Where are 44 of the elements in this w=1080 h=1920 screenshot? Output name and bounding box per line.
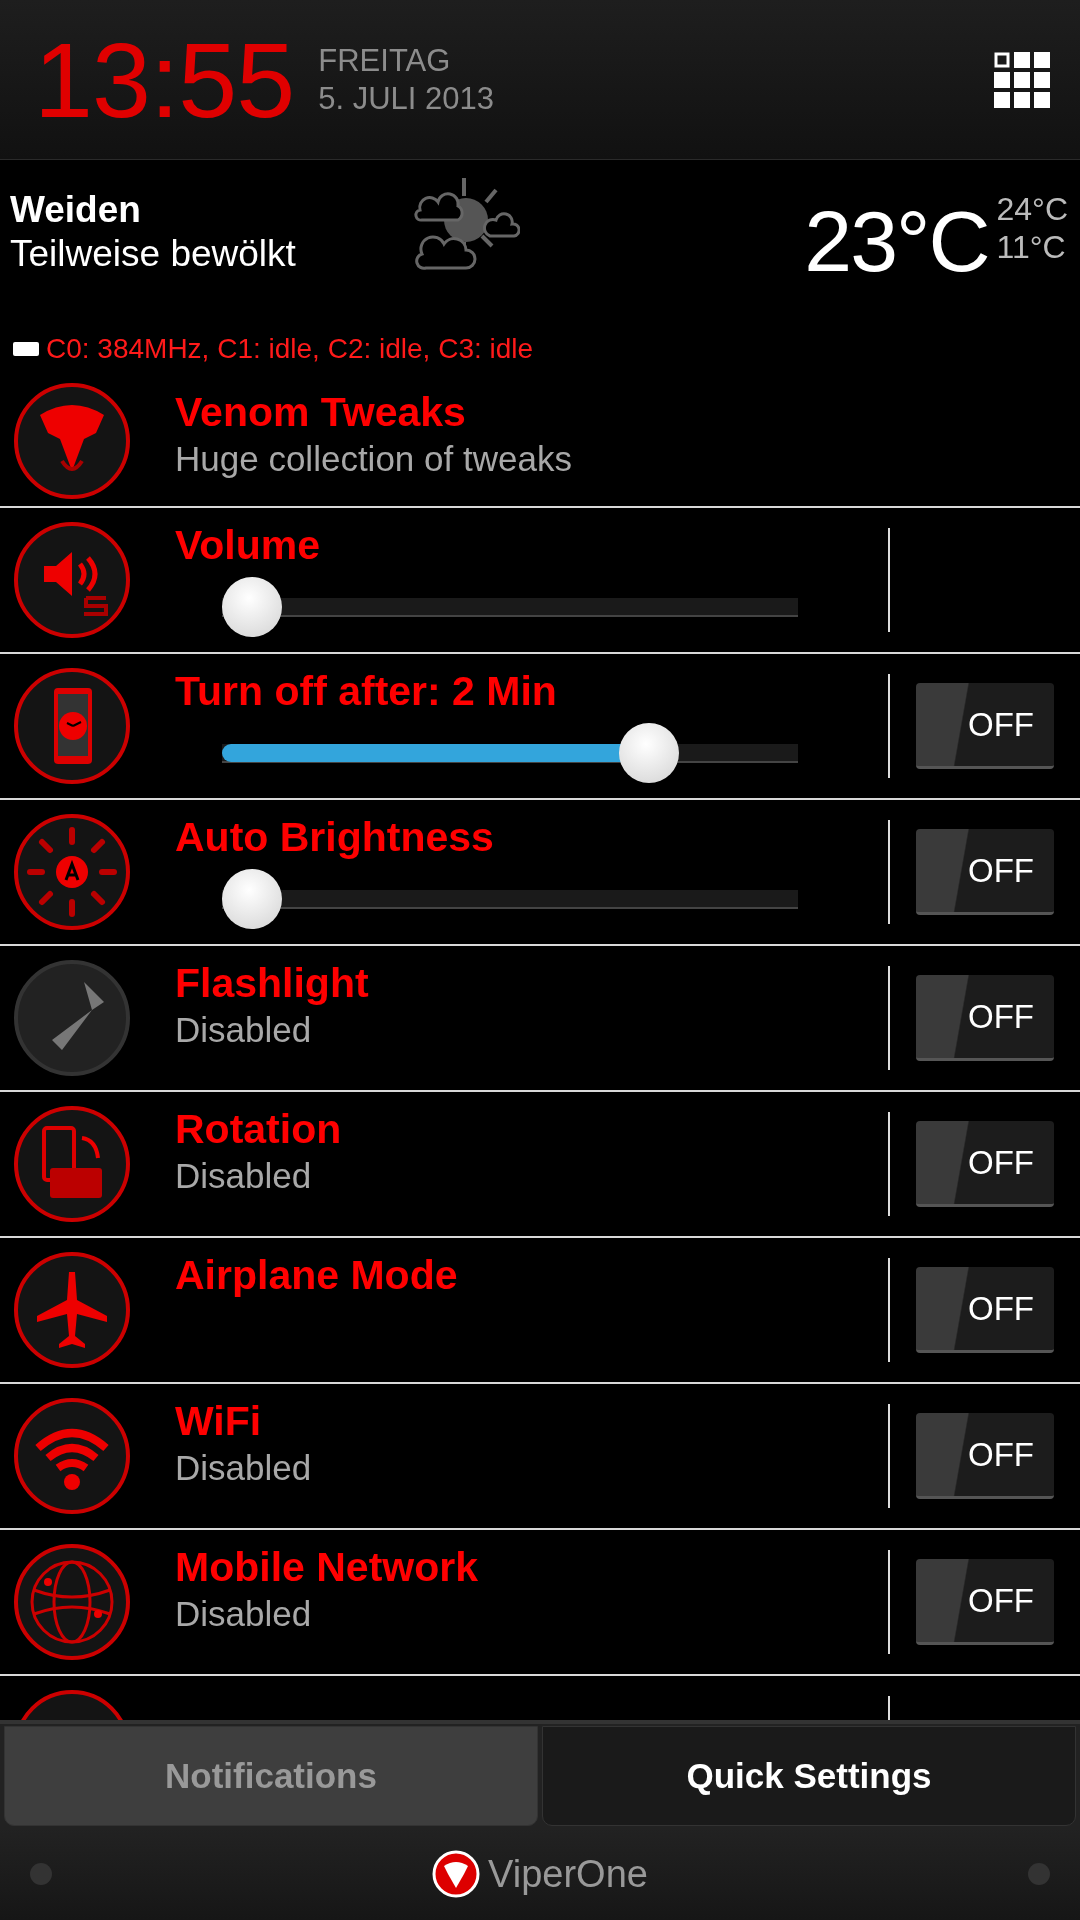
- wifi-icon: [12, 1396, 132, 1516]
- cpu-status: C0: 384MHz, C1: idle, C2: idle, C3: idle: [46, 331, 534, 366]
- setting-subtitle: Disabled: [175, 1447, 313, 1490]
- setting-title: Turn off after: 2 Min: [175, 668, 558, 716]
- setting-title: Auto Brightness: [175, 814, 495, 862]
- toggle-switch[interactable]: OFF: [916, 1413, 1054, 1499]
- toggle-switch[interactable]: OFF: [916, 975, 1054, 1061]
- setting-title: Venom Tweaks: [175, 389, 467, 437]
- airplane-icon: [12, 1250, 132, 1370]
- brand-name: ViperOne: [488, 1851, 648, 1897]
- high-temperature: 24°C: [996, 190, 1068, 229]
- brightness-icon: [12, 812, 132, 932]
- phone-clock-icon: [12, 666, 132, 786]
- weekday-label: FREITAG: [318, 42, 452, 80]
- low-temperature: 11°C: [996, 228, 1067, 267]
- globe-icon: [12, 1542, 132, 1662]
- setting-title: Airplane Mode: [175, 1252, 459, 1300]
- city-name: Weiden: [10, 190, 142, 231]
- toggle-switch[interactable]: OFF: [916, 829, 1054, 915]
- tab[interactable]: Notifications: [4, 1726, 538, 1826]
- weather-condition: Teilweise bewölkt: [10, 231, 296, 276]
- setting-subtitle: Huge collection of tweaks: [175, 438, 573, 481]
- setting-subtitle: Disabled: [175, 1009, 313, 1052]
- speaker-icon: [12, 520, 132, 640]
- setting-subtitle: Disabled: [175, 1593, 313, 1636]
- setting-title: Rotation: [175, 1106, 343, 1154]
- setting-title: Mobile Network: [175, 1544, 479, 1592]
- rotation-icon: [12, 1104, 132, 1224]
- setting-title: WiFi: [175, 1398, 263, 1446]
- toggle-switch[interactable]: OFF: [916, 1121, 1054, 1207]
- current-temperature: 23°C: [804, 198, 989, 284]
- setting-title: Flashlight: [175, 960, 370, 1008]
- toggle-switch[interactable]: OFF: [916, 1559, 1054, 1645]
- indicator-dot: [1028, 1863, 1050, 1885]
- toggle-switch[interactable]: OFF: [916, 1267, 1054, 1353]
- tab[interactable]: Quick Settings: [542, 1726, 1076, 1826]
- date-label: 5. JULI 2013: [318, 79, 495, 117]
- clock-time: 13:55: [34, 26, 295, 133]
- indicator-dot: [30, 1863, 52, 1885]
- toggle-switch[interactable]: OFF: [916, 683, 1054, 769]
- chip-icon: [12, 339, 40, 358]
- setting-title: Volume: [175, 522, 322, 570]
- app-grid-icon[interactable]: [994, 51, 1050, 108]
- setting-subtitle: Disabled: [175, 1155, 313, 1198]
